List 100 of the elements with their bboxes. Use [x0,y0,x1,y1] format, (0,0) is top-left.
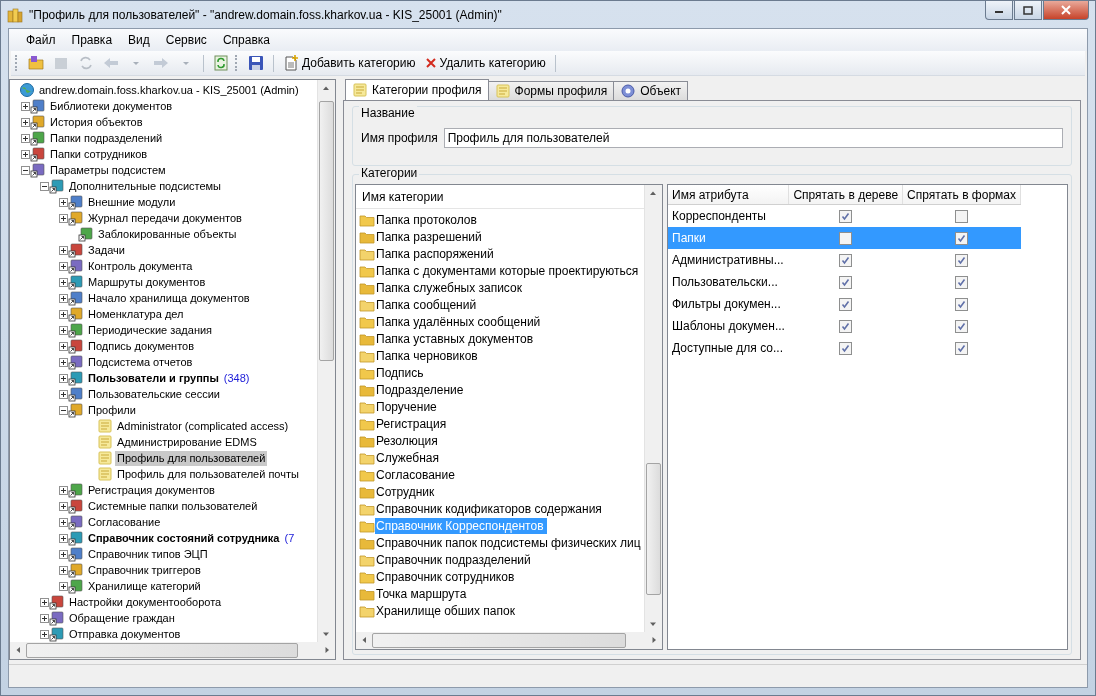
checkbox[interactable] [839,254,853,268]
checkbox[interactable] [955,342,969,356]
checkbox[interactable] [839,342,853,356]
tree-item[interactable]: Administrator (complicated access) [115,418,291,434]
checkbox[interactable] [955,298,969,312]
horizontal-scrollbar[interactable] [10,642,335,659]
list-item[interactable]: Служебная [375,449,443,466]
folder-icon[interactable] [25,54,47,72]
tree-item[interactable]: Справочник состояний сотрудника [86,530,282,546]
tree-item[interactable]: Согласование [86,514,163,530]
tab[interactable]: Объект [613,81,689,100]
tree-item[interactable]: Папки подразделений [48,130,165,146]
expander-icon[interactable] [59,213,68,223]
list-item[interactable]: Справочник сотрудников [375,568,518,585]
tree-item[interactable]: Журнал передачи документов [86,210,244,226]
tree-item[interactable]: Номенклатура дел [86,306,186,322]
table-row[interactable]: Пользовательски... [668,271,1021,293]
list-item[interactable]: Папка служебных записок [375,279,525,296]
tree-item[interactable]: andrew.domain.foss.kharkov.ua - KIS_25001 (Admin) [37,82,301,98]
expander-icon[interactable] [59,325,68,335]
expander-icon[interactable] [59,501,68,511]
tree-item[interactable]: Пользователи и группы [86,370,221,386]
list-item[interactable]: Папка удалённых сообщений [375,313,544,330]
expander-icon[interactable] [59,309,68,319]
tree-item[interactable]: Библиотеки документов [48,98,175,114]
menu-item[interactable]: Файл [19,31,63,49]
vertical-scrollbar[interactable] [644,185,662,632]
scroll-thumb[interactable] [372,633,627,648]
scroll-thumb[interactable] [646,463,661,595]
tree-item[interactable]: Справочник типов ЭЦП [86,546,210,562]
tree-item[interactable]: Начало хранилища документов [86,290,252,306]
add-category-button[interactable]: Добавить категорию [280,54,419,72]
tab[interactable]: Категории профиля [345,79,489,100]
expander-icon[interactable] [59,549,68,559]
expander-icon[interactable] [59,293,68,303]
tree-item[interactable]: Системные папки пользователей [86,498,260,514]
list-item[interactable]: Папка сообщений [375,296,480,313]
table-row[interactable]: Шаблоны докумен... [668,315,1021,337]
expander-icon[interactable] [21,165,30,175]
list-item[interactable]: Папка черновиков [375,347,481,364]
checkbox[interactable] [955,210,969,224]
expander-icon[interactable] [59,357,68,367]
tree-item[interactable]: Дополнительные подсистемы [67,178,224,194]
profile-name-field[interactable]: Профиль для пользователей [443,128,1063,148]
list-item[interactable]: Папка с документами которые проектируються [375,262,642,279]
list-item[interactable]: Папка протоколов [375,211,480,228]
expander-icon[interactable] [59,261,68,271]
expander-icon[interactable] [21,101,30,111]
expander-icon[interactable] [59,405,68,415]
column-header[interactable]: Спрятать в дереве [788,185,903,205]
tree-item[interactable]: Профили [86,402,138,418]
list-item[interactable]: Поручение [375,398,440,415]
scroll-thumb[interactable] [319,101,334,361]
list-item[interactable]: Папка разрешений [375,228,485,245]
table-row[interactable]: Фильтры докумен... [668,293,1021,315]
minimize-button[interactable] [985,1,1013,20]
checkbox[interactable] [839,210,853,224]
expander-icon[interactable] [21,133,30,143]
category-list[interactable] [355,184,663,650]
expander-icon[interactable] [59,485,68,495]
tree-item[interactable]: Задачи [86,242,127,258]
expander-icon[interactable] [40,181,49,191]
column-header[interactable]: Спрятать в формах [902,185,1021,205]
tree-item[interactable]: Регистрация документов [86,482,217,498]
checkbox[interactable] [839,276,853,290]
list-item[interactable]: Справочник подразделений [375,551,534,568]
list-item[interactable]: Справочник кодификаторов содержания [375,500,605,517]
tree-item[interactable]: Подсистема отчетов [86,354,195,370]
maximize-button[interactable] [1014,1,1042,20]
column-header[interactable]: Имя категории [356,185,644,209]
horizontal-scrollbar[interactable] [356,632,662,649]
expander-icon[interactable] [59,517,68,527]
list-item[interactable]: Подпись [375,364,427,381]
tree-item[interactable]: Параметры подсистем [48,162,168,178]
table-row[interactable]: Доступные для со... [668,337,1021,359]
tree-item[interactable]: Маршруты документов [86,274,208,290]
list-item[interactable]: Справочник папок подсистемы физических лиц [375,534,644,551]
list-item[interactable]: Хранилище обших папок [375,602,518,619]
table-row[interactable]: Корреспонденты [668,204,1021,227]
checkbox[interactable] [955,254,969,268]
expander-icon[interactable] [59,565,68,575]
checkbox[interactable] [839,232,853,246]
tree-item[interactable]: Контроль документа [86,258,195,274]
scroll-thumb[interactable] [26,643,298,658]
expander-icon[interactable] [59,245,68,255]
expander-icon[interactable] [21,117,30,127]
column-header[interactable]: Имя атрибута [668,185,789,205]
expander-icon[interactable] [59,197,68,207]
expander-icon[interactable] [59,373,68,383]
menu-item[interactable]: Сервис [158,31,214,49]
expander-icon[interactable] [59,341,68,351]
expander-icon[interactable] [59,389,68,399]
tree-item[interactable]: Внешние модули [86,194,178,210]
list-item[interactable]: Резолюция [375,432,441,449]
list-item[interactable]: Подразделение [375,381,467,398]
tree-item[interactable]: Пользовательские сессии [86,386,222,402]
tree-item[interactable]: Заблокированные объекты [96,226,239,242]
tree-item[interactable]: Обращение граждан [67,610,177,626]
expander-icon[interactable] [40,597,49,607]
expander-icon[interactable] [59,581,68,591]
